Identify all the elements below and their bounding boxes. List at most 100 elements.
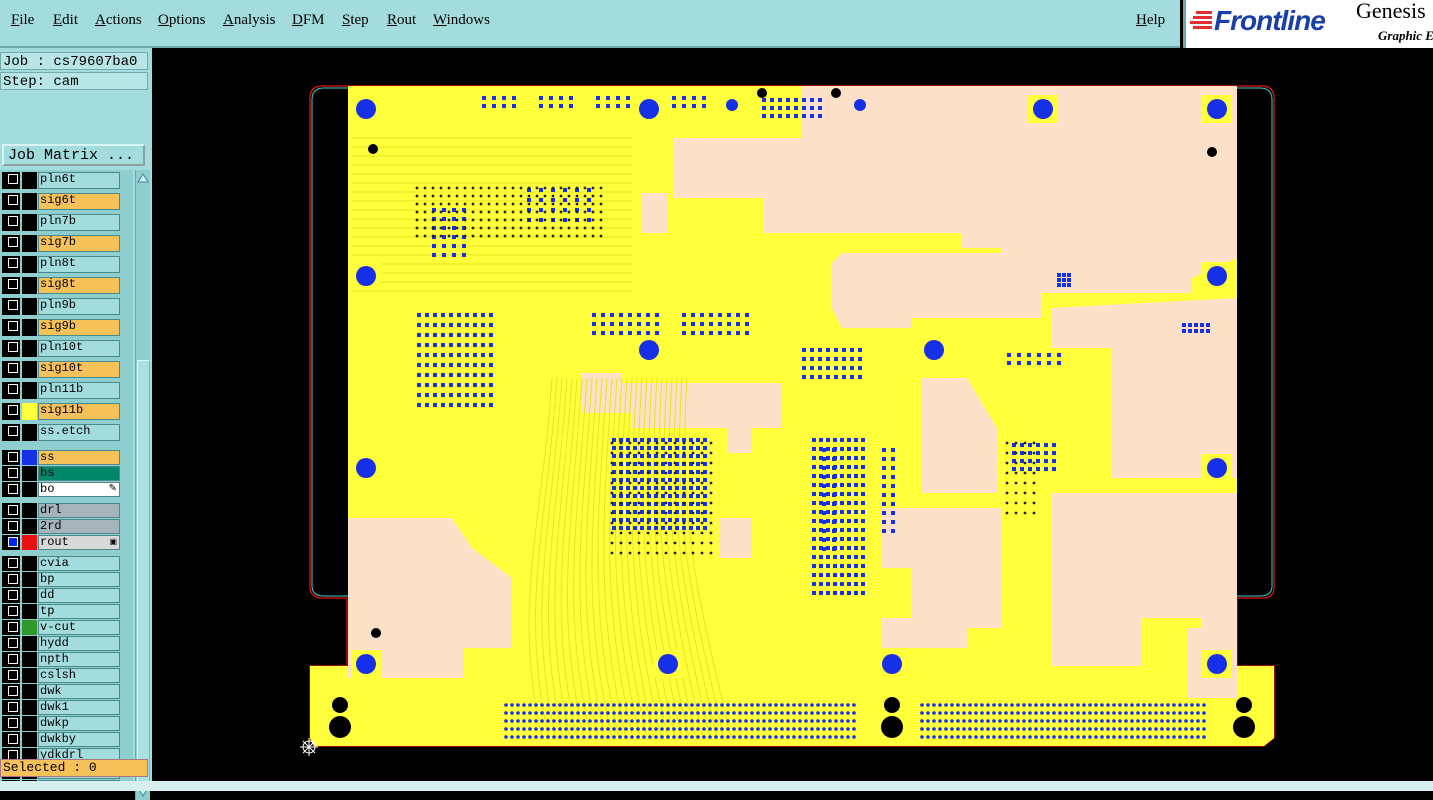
layer-color-swatch[interactable] (22, 256, 37, 273)
layer-row-sig9b[interactable]: sig9b (2, 319, 120, 336)
layer-color-swatch[interactable] (22, 535, 37, 550)
layer-name[interactable]: npth (38, 652, 120, 667)
layer-color-swatch[interactable] (22, 668, 37, 683)
layer-row-pln10t[interactable]: pln10t (2, 340, 120, 357)
layer-color-swatch[interactable] (22, 684, 37, 699)
layer-checkbox[interactable] (8, 279, 18, 289)
layer-checkbox[interactable] (8, 654, 18, 664)
graphic-canvas[interactable] (152, 48, 1433, 781)
layer-checkbox[interactable] (8, 590, 18, 600)
menu-windows[interactable]: Windows (433, 12, 490, 29)
layer-row-dd[interactable]: dd (2, 588, 120, 603)
layer-name[interactable]: sig7b (38, 235, 120, 252)
layer-checkbox[interactable] (8, 686, 18, 696)
layer-checkbox[interactable] (8, 521, 18, 531)
layer-row-dwk1[interactable]: dwk1 (2, 700, 120, 715)
layer-color-swatch[interactable] (22, 403, 37, 420)
layer-name[interactable]: pln8t (38, 256, 120, 273)
layer-color-swatch[interactable] (22, 716, 37, 731)
layer-name[interactable]: pln7b (38, 214, 120, 231)
layer-checkbox[interactable] (8, 237, 18, 247)
menu-step[interactable]: Step (342, 12, 369, 29)
layer-name[interactable]: bp (38, 572, 120, 587)
menu-edit[interactable]: Edit (53, 12, 78, 29)
layer-checkbox[interactable] (8, 670, 18, 680)
layer-row-pln8t[interactable]: pln8t (2, 256, 120, 273)
layer-row-cslsh[interactable]: cslsh (2, 668, 120, 683)
layer-name[interactable]: bo ✎ (38, 482, 120, 497)
layer-checkbox[interactable] (8, 426, 18, 436)
layer-color-swatch[interactable] (22, 636, 37, 651)
layer-color-swatch[interactable] (22, 482, 37, 497)
layer-checkbox[interactable] (8, 321, 18, 331)
layer-checkbox[interactable] (8, 484, 18, 494)
layer-checkbox[interactable] (8, 574, 18, 584)
layer-name[interactable]: v-cut (38, 620, 120, 635)
layer-color-swatch[interactable] (22, 588, 37, 603)
layer-checkbox[interactable] (8, 342, 18, 352)
layer-row-rout[interactable]: rout ▣ (2, 535, 120, 550)
layer-color-swatch[interactable] (22, 361, 37, 378)
layer-color-swatch[interactable] (22, 652, 37, 667)
layer-checkbox[interactable] (8, 606, 18, 616)
layer-checkbox[interactable] (8, 216, 18, 226)
layer-row-v-cut[interactable]: v-cut (2, 620, 120, 635)
layer-name[interactable]: dwk (38, 684, 120, 699)
layer-checkbox[interactable] (8, 734, 18, 744)
layer-row-sig11b[interactable]: sig11b (2, 403, 120, 420)
layer-color-swatch[interactable] (22, 277, 37, 294)
layer-name[interactable]: cvia (38, 556, 120, 571)
menu-help[interactable]: Help (1136, 12, 1165, 29)
menu-options[interactable]: Options (158, 12, 206, 29)
layer-name[interactable]: rout ▣ (38, 535, 120, 550)
layer-name[interactable]: sig9b (38, 319, 120, 336)
layer-checkbox[interactable] (8, 452, 18, 462)
layer-checkbox[interactable] (8, 702, 18, 712)
layer-name[interactable]: sig10t (38, 361, 120, 378)
layer-color-swatch[interactable] (22, 172, 37, 189)
layer-row-sig6t[interactable]: sig6t (2, 193, 120, 210)
layer-checkbox[interactable] (8, 638, 18, 648)
layer-row-sig8t[interactable]: sig8t (2, 277, 120, 294)
layer-checkbox[interactable] (8, 195, 18, 205)
layer-row-dwkby[interactable]: dwkby (2, 732, 120, 747)
edit-pencil-icon[interactable]: ✎ (109, 483, 117, 496)
layer-checkbox[interactable] (8, 718, 18, 728)
layer-row-sig10t[interactable]: sig10t (2, 361, 120, 378)
layer-checkbox[interactable] (8, 622, 18, 632)
layer-row-tp[interactable]: tp (2, 604, 120, 619)
layer-color-swatch[interactable] (22, 298, 37, 315)
menu-rout[interactable]: Rout (387, 12, 416, 29)
menu-file[interactable]: File (11, 12, 34, 29)
layer-color-swatch[interactable] (22, 556, 37, 571)
layer-checkbox[interactable] (8, 300, 18, 310)
layer-name[interactable]: sig8t (38, 277, 120, 294)
layer-row-pln7b[interactable]: pln7b (2, 214, 120, 231)
layer-color-swatch[interactable] (22, 340, 37, 357)
layer-color-swatch[interactable] (22, 319, 37, 336)
layer-row-drl[interactable]: drl (2, 503, 120, 518)
layer-checkbox[interactable] (8, 384, 18, 394)
layer-name[interactable]: cslsh (38, 668, 120, 683)
layer-name[interactable]: dwkp (38, 716, 120, 731)
layer-row-pln6t[interactable]: pln6t (2, 172, 120, 189)
layer-scrollbar[interactable] (135, 170, 150, 800)
layer-color-swatch[interactable] (22, 604, 37, 619)
layer-checkbox[interactable] (8, 258, 18, 268)
menu-analysis[interactable]: Analysis (223, 12, 276, 29)
menu-dfm[interactable]: DFM (292, 12, 325, 29)
pcb-board-view[interactable] (152, 48, 1433, 781)
layer-checkbox[interactable] (8, 537, 18, 547)
layer-row-2rd[interactable]: 2rd (2, 519, 120, 534)
layer-name[interactable]: dd (38, 588, 120, 603)
layer-row-bp[interactable]: bp (2, 572, 120, 587)
layer-name[interactable]: ss (38, 450, 120, 465)
layer-row-sig7b[interactable]: sig7b (2, 235, 120, 252)
layer-name[interactable]: pln9b (38, 298, 120, 315)
layer-name[interactable]: tp (38, 604, 120, 619)
layer-name[interactable]: ss.etch (38, 424, 120, 441)
layer-color-swatch[interactable] (22, 519, 37, 534)
layer-row-hydd[interactable]: hydd (2, 636, 120, 651)
layer-color-swatch[interactable] (22, 214, 37, 231)
layer-checkbox[interactable] (8, 174, 18, 184)
